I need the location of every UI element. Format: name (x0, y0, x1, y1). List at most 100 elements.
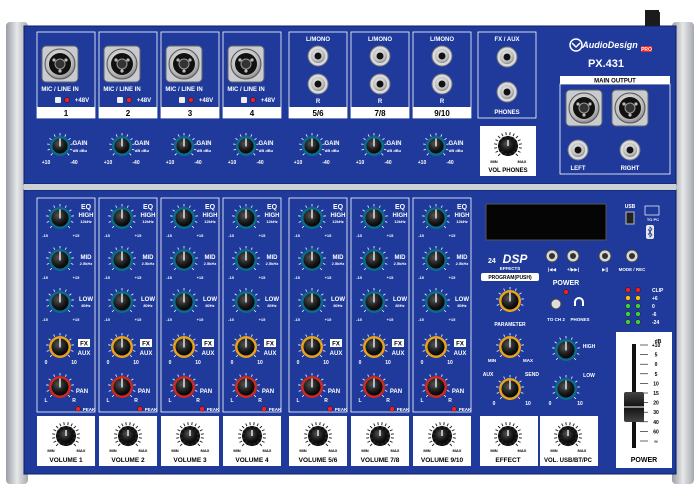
label: PARAMETER (494, 322, 526, 328)
volume-label-7: VOLUME 9/10 (421, 457, 464, 464)
jack-7/8-left[interactable] (369, 45, 391, 67)
label: MAX (391, 448, 400, 453)
label: PROGRAM(PUSH) (488, 275, 532, 281)
label: EQ (267, 204, 278, 211)
label: dB dBu (135, 148, 150, 153)
label: CLIP (652, 288, 664, 294)
usb-port[interactable] (625, 211, 635, 225)
jack-9/10-left[interactable] (431, 45, 453, 67)
label: TO PC (647, 217, 659, 222)
label: FX (142, 342, 150, 348)
meter-led-2 (625, 303, 631, 309)
phantom-switch-2[interactable] (117, 97, 123, 103)
main-out-jack-right[interactable] (619, 139, 641, 161)
label: MIN (109, 448, 116, 453)
label: R (448, 398, 452, 404)
label: -15 (166, 233, 173, 238)
dsp-logo: DSP (503, 252, 529, 266)
label: -40 (322, 160, 329, 166)
label: MIN (488, 358, 496, 363)
label: +15 (387, 317, 395, 322)
label: RIGHT (621, 166, 640, 172)
label: EQ (395, 204, 406, 211)
label: VOL. USB/BT/PC (544, 458, 593, 464)
jack-5/6-right[interactable] (307, 73, 329, 95)
label: R (324, 398, 328, 404)
label: MAX (518, 448, 527, 453)
label: USB (625, 204, 636, 210)
phantom-switch-1[interactable] (55, 97, 61, 103)
label: L/MONO (368, 37, 392, 43)
label: AUX (330, 351, 343, 357)
label: -40 (194, 160, 201, 166)
label: -24 (652, 320, 659, 326)
meter-led-r-2 (635, 303, 641, 309)
label: ▶|| (602, 267, 608, 272)
channel-number: 1 (64, 109, 69, 118)
phantom-switch-4[interactable] (241, 97, 247, 103)
xlr-input-2[interactable] (103, 45, 141, 83)
label: ∞ (654, 439, 658, 445)
power-switch[interactable] (645, 10, 659, 26)
label: -15 (166, 317, 173, 322)
label: +15 (387, 275, 395, 280)
label: PHONES (570, 317, 589, 322)
label: 10 (133, 360, 139, 366)
label: -15 (356, 317, 363, 322)
to-ch-switch[interactable] (550, 298, 562, 310)
xlr-input-4[interactable] (227, 45, 265, 83)
main-out-xlr-right[interactable] (611, 89, 649, 127)
label: +15 (325, 233, 333, 238)
main-out-jack-left[interactable] (567, 139, 589, 161)
label: dB dBu (197, 148, 212, 153)
xlr-input-1[interactable] (41, 45, 79, 83)
label: +15 (73, 275, 81, 280)
channel-number: 4 (250, 109, 255, 118)
player-display (485, 203, 607, 241)
label: 0 (493, 401, 496, 407)
label: dB dBu (325, 148, 340, 153)
label: 10 (447, 360, 453, 366)
fx-aux-jack[interactable] (496, 46, 518, 68)
phantom-led-1 (64, 97, 70, 103)
label: 80Hz (81, 303, 90, 308)
label: -40 (384, 160, 391, 166)
label: |◀◀ (548, 267, 557, 272)
label: +10 (42, 160, 51, 166)
peak-led-5 (327, 406, 333, 412)
label: -15 (166, 275, 173, 280)
jack-7/8-right[interactable] (369, 73, 391, 95)
meter-led-r-0 (635, 287, 641, 293)
main-out-xlr-left[interactable] (565, 89, 603, 127)
label: GAIN (73, 141, 88, 147)
label: 10 (195, 360, 201, 366)
label: EFFECTS (500, 266, 521, 271)
label: +15 (387, 233, 395, 238)
label: 12kHz (456, 219, 468, 224)
phantom-switch-3[interactable] (179, 97, 185, 103)
label: 2.5kHz (204, 261, 217, 266)
label: PEAK (459, 407, 472, 412)
label: R (72, 398, 76, 404)
label: -15 (104, 275, 111, 280)
xlr-input-3[interactable] (165, 45, 203, 83)
label: +15 (259, 233, 267, 238)
label: 0 (45, 360, 48, 366)
volume-label-1: VOLUME 1 (49, 457, 83, 464)
label: -15 (294, 317, 301, 322)
label: R (196, 398, 200, 404)
jack-5/6-left[interactable] (307, 45, 329, 67)
label: 0 (655, 362, 658, 368)
label: EQ (333, 204, 344, 211)
meter-led-1 (625, 295, 631, 301)
label: 12kHz (266, 219, 278, 224)
jack-9/10-right[interactable] (431, 73, 453, 95)
label: -40 (446, 160, 453, 166)
label: 10 (525, 401, 531, 407)
label: EQ (457, 204, 468, 211)
label: +10 (652, 343, 661, 349)
label: MIN (490, 159, 497, 164)
label: AUX (202, 351, 215, 357)
phones-jack[interactable] (496, 81, 518, 103)
label: TO CH 2 (547, 317, 565, 322)
